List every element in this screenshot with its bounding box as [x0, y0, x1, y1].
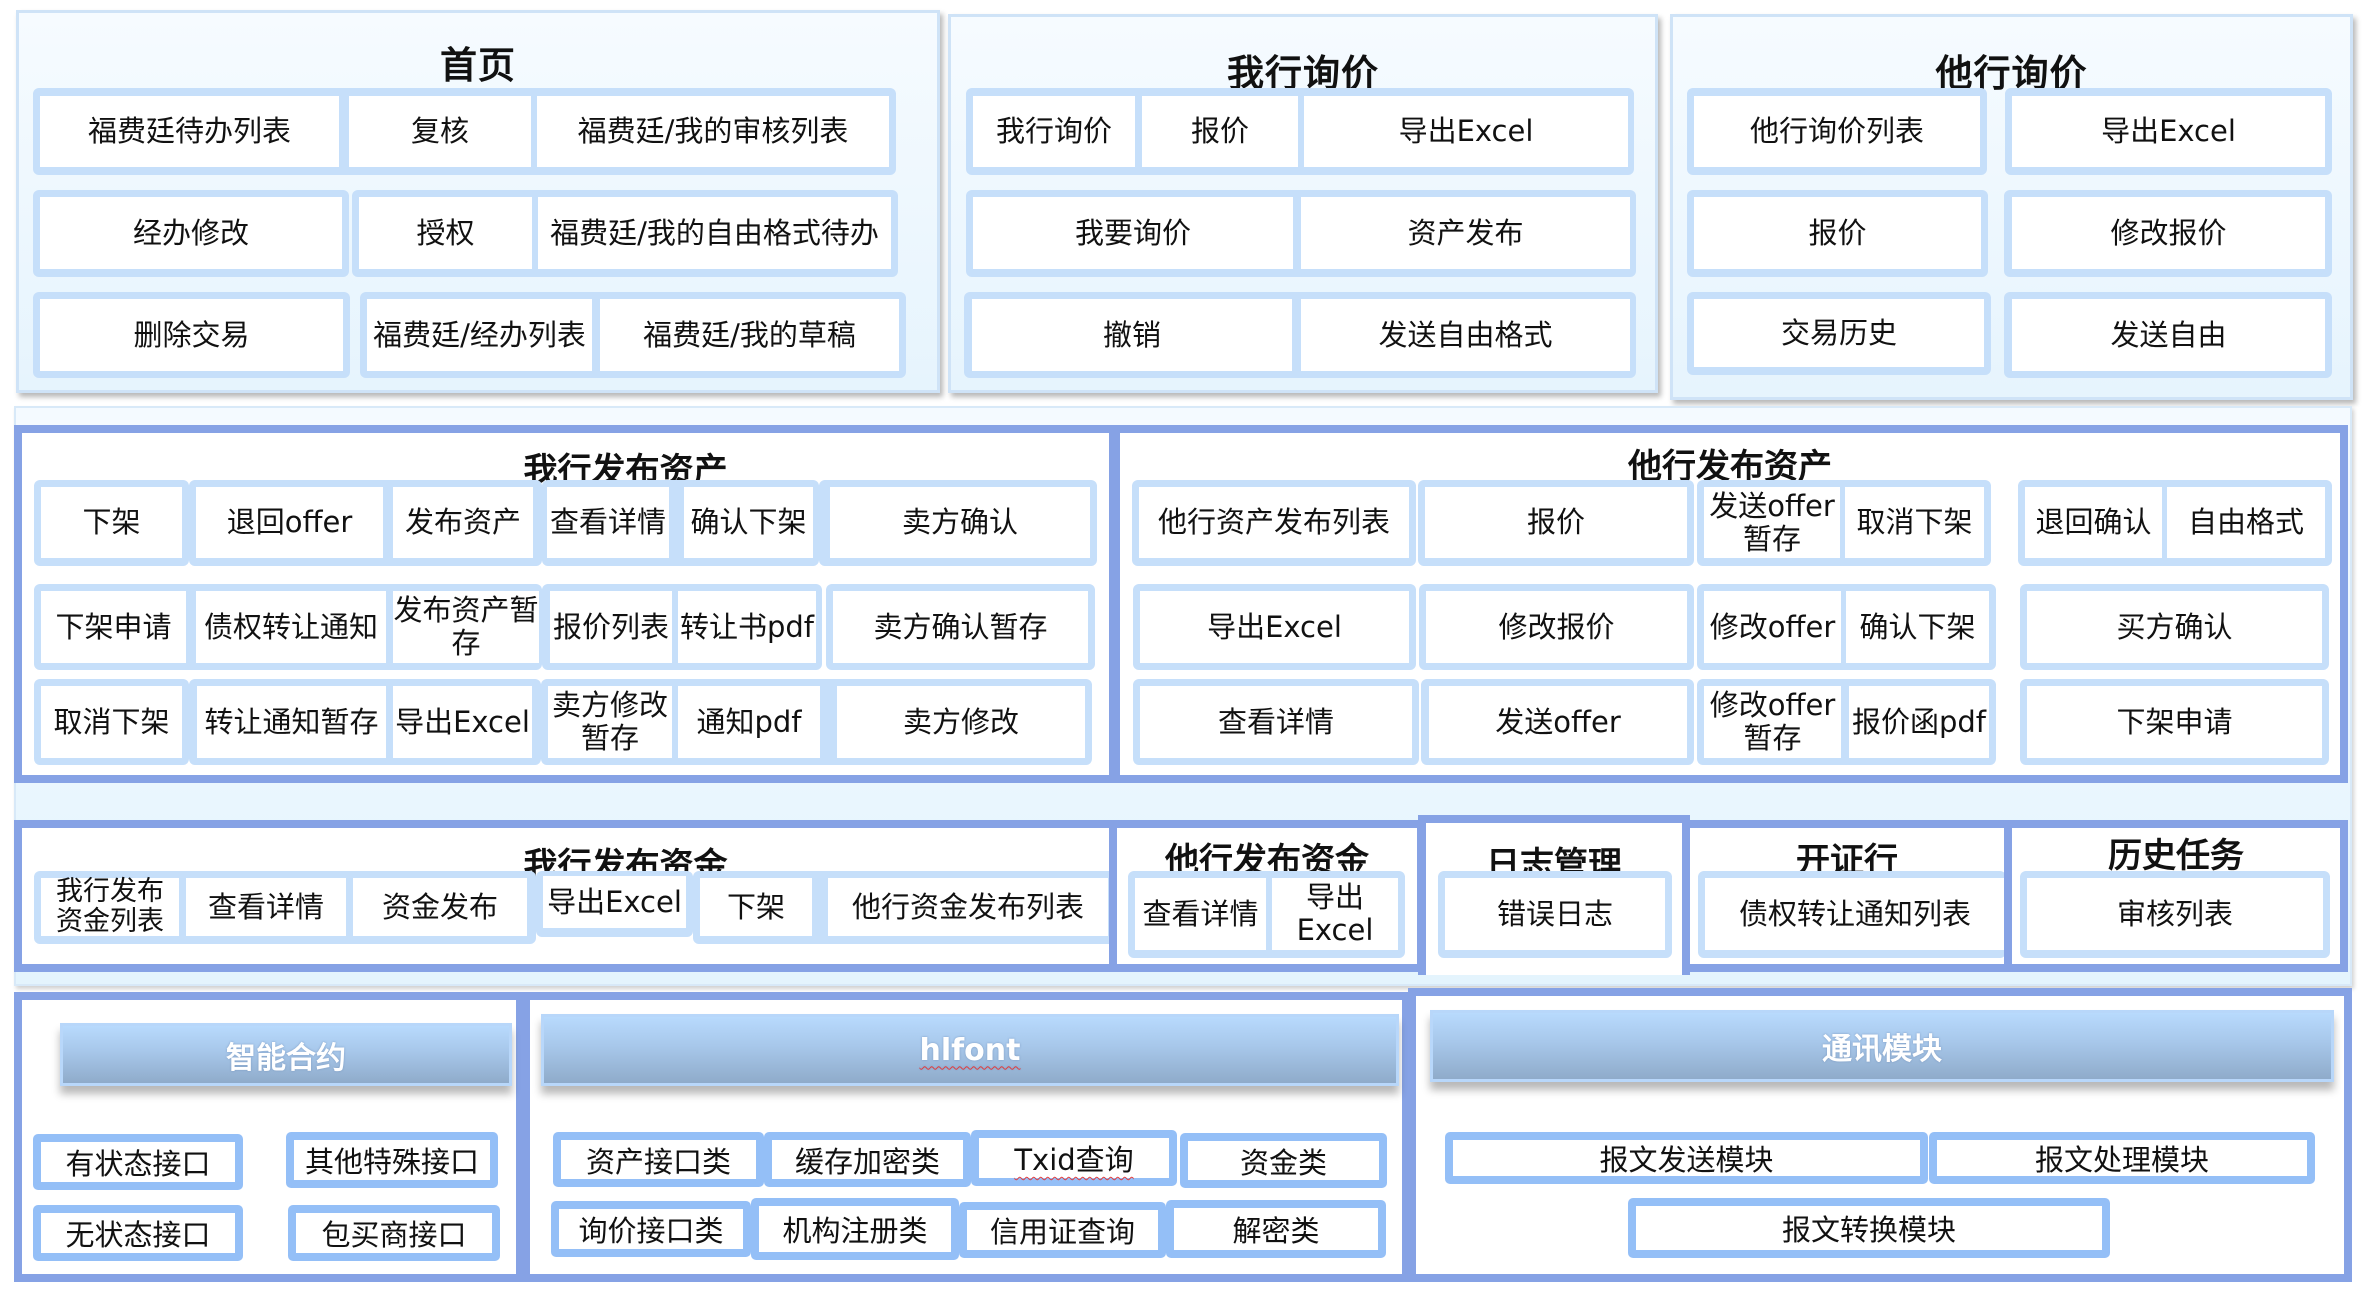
our-assets-item[interactable]: 转让通知暂存 [197, 686, 386, 758]
other-inquiry-item[interactable]: 发送自由 [2012, 299, 2325, 371]
our-inquiry-item[interactable]: 导出Excel [1304, 96, 1628, 167]
our-assets-item[interactable]: 转让书pdf [678, 591, 816, 663]
our-assets-item[interactable]: 导出Excel [393, 686, 532, 758]
home-item[interactable]: 福费廷待办列表 [40, 96, 339, 167]
our-funds-item[interactable]: 导出Excel [543, 876, 686, 928]
our-assets-item[interactable]: 下架 [41, 487, 182, 558]
our-assets-item[interactable]: 发布资产暂存 [393, 591, 539, 663]
home-title: 首页 [440, 44, 516, 87]
other-assets-item[interactable]: 下架申请 [2027, 686, 2322, 758]
other-assets-item[interactable]: 自由格式 [2167, 487, 2325, 558]
comm-item[interactable]: 报文发送模块 [1453, 1140, 1920, 1177]
our-inquiry-item[interactable]: 撤销 [972, 299, 1292, 371]
our-assets-item[interactable]: 卖方修改暂存 [548, 686, 672, 758]
our-assets-item[interactable]: 确认下架 [684, 487, 813, 558]
hlfont-title: hlfont [919, 1032, 1021, 1068]
our-assets-item[interactable]: 查看详情 [547, 487, 669, 558]
home-item[interactable]: 福费廷/经办列表 [367, 299, 592, 371]
our-inquiry-item[interactable]: 发送自由格式 [1301, 299, 1630, 371]
other-assets-item[interactable]: 修改offer [1704, 591, 1841, 663]
other-inquiry-item[interactable]: 导出Excel [2012, 96, 2325, 167]
smart-contract-item[interactable]: 其他特殊接口 [294, 1140, 490, 1180]
hlfont-item-text: Txid查询 [1014, 1143, 1134, 1177]
smart-contract-title: 智能合约 [226, 1040, 346, 1076]
other-assets-item[interactable]: 导出Excel [1140, 591, 1409, 663]
other-assets-item[interactable]: 发送offer暂存 [1704, 487, 1840, 558]
hlfont-item[interactable]: 解密类 [1174, 1208, 1378, 1250]
comm-title: 通讯模块 [1822, 1032, 1942, 1067]
other-funds-item[interactable]: 导出Excel [1272, 878, 1398, 950]
hlfont-item[interactable]: Txid查询 [979, 1138, 1169, 1178]
home-item[interactable]: 复核 [349, 96, 531, 167]
our-funds-item[interactable]: 下架 [700, 878, 812, 936]
history-tasks-title: 历史任务 [2108, 836, 2244, 876]
our-assets-item[interactable]: 报价列表 [550, 591, 672, 663]
other-assets-item[interactable]: 修改报价 [1426, 591, 1687, 663]
other-assets-item[interactable]: 确认下架 [1846, 591, 1989, 663]
other-inquiry-item[interactable]: 交易历史 [1694, 299, 1984, 367]
hlfont-item[interactable]: 缓存加密类 [772, 1140, 963, 1179]
other-assets-item[interactable]: 修改offer暂存 [1704, 686, 1841, 758]
other-assets-item[interactable]: 查看详情 [1140, 686, 1412, 758]
home-item[interactable]: 福费廷/我的草稿 [600, 299, 899, 371]
smart-contract-item[interactable]: 无状态接口 [41, 1213, 235, 1253]
our-funds-item[interactable]: 资金发布 [353, 878, 527, 936]
our-funds-item[interactable]: 我行发布资金列表 [41, 877, 179, 937]
our-assets-item[interactable]: 发布资产 [393, 487, 533, 558]
hlfont-item[interactable]: 信用证查询 [967, 1210, 1158, 1250]
hlfont-item[interactable]: 机构注册类 [759, 1206, 951, 1252]
other-assets-item[interactable]: 报价函pdf [1849, 686, 1989, 758]
smart-contract-header: 智能合约 [60, 1023, 512, 1086]
our-inquiry-item[interactable]: 报价 [1142, 96, 1298, 167]
history-tasks-item[interactable]: 审核列表 [2027, 878, 2323, 950]
our-inquiry-item[interactable]: 资产发布 [1301, 197, 1630, 269]
hlfont-item[interactable]: 询价接口类 [559, 1209, 743, 1249]
other-assets-item[interactable]: 买方确认 [2027, 591, 2322, 663]
our-inquiry-item[interactable]: 我行询价 [973, 96, 1135, 167]
other-funds-item[interactable]: 查看详情 [1135, 878, 1266, 950]
our-assets-item[interactable]: 卖方修改 [837, 686, 1085, 758]
our-assets-item[interactable]: 卖方确认 [830, 487, 1090, 558]
comm-header: 通讯模块 [1430, 1010, 2334, 1082]
smart-contract-item[interactable]: 包买商接口 [296, 1213, 492, 1253]
comm-item[interactable]: 报文转换模块 [1636, 1206, 2102, 1250]
home-item[interactable]: 福费廷/我的自由格式待办 [538, 197, 891, 269]
our-assets-item[interactable]: 卖方确认暂存 [833, 591, 1088, 663]
other-assets-item[interactable]: 退回确认 [2025, 487, 2162, 558]
other-assets-item[interactable]: 发送offer [1429, 686, 1687, 758]
our-assets-item[interactable]: 债权转让通知 [196, 591, 386, 663]
other-inquiry-item[interactable]: 修改报价 [2012, 197, 2325, 269]
smart-contract-item[interactable]: 有状态接口 [41, 1142, 235, 1182]
hlfont-item[interactable]: 资金类 [1188, 1141, 1379, 1180]
our-funds-item[interactable]: 查看详情 [186, 878, 346, 936]
other-inquiry-item[interactable]: 报价 [1694, 197, 1981, 269]
other-inquiry-item[interactable]: 他行询价列表 [1694, 96, 1980, 167]
home-item[interactable]: 授权 [359, 197, 532, 269]
comm-item[interactable]: 报文处理模块 [1937, 1140, 2307, 1177]
issuing-bank-item[interactable]: 债权转让通知列表 [1705, 878, 2005, 950]
our-assets-item[interactable]: 下架申请 [41, 591, 186, 663]
home-item[interactable]: 删除交易 [40, 299, 343, 371]
home-item[interactable]: 福费廷/我的审核列表 [537, 96, 889, 167]
our-assets-item[interactable]: 通知pdf [678, 686, 820, 758]
other-assets-item[interactable]: 他行资产发布列表 [1139, 487, 1409, 558]
other-assets-item[interactable]: 取消下架 [1845, 487, 1984, 558]
hlfont-item[interactable]: 资产接口类 [561, 1140, 756, 1179]
our-assets-item[interactable]: 取消下架 [41, 686, 182, 758]
other-assets-item[interactable]: 报价 [1425, 487, 1687, 558]
our-assets-item[interactable]: 退回offer [196, 487, 383, 558]
hlfont-header: hlfont [541, 1014, 1399, 1086]
our-inquiry-item[interactable]: 我要询价 [973, 197, 1293, 269]
log-mgmt-item[interactable]: 错误日志 [1445, 878, 1665, 950]
our-funds-item[interactable]: 他行资金发布列表 [828, 878, 1108, 936]
home-item[interactable]: 经办修改 [40, 197, 342, 269]
